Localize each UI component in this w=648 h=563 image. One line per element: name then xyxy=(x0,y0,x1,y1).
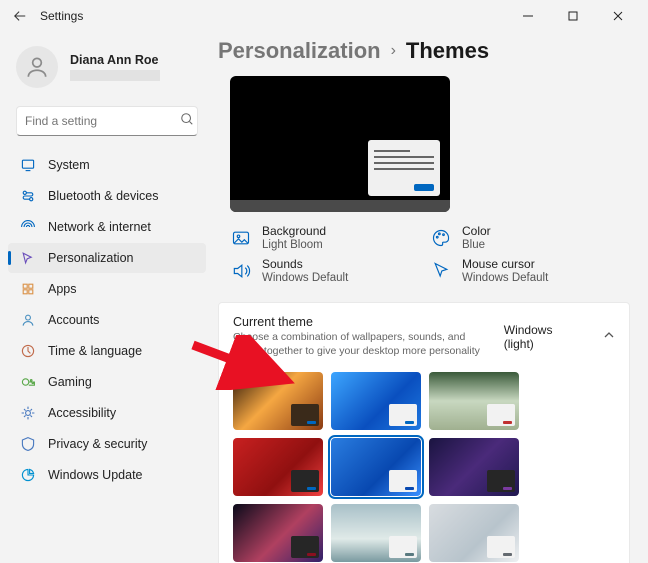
nav-icon xyxy=(20,250,36,266)
theme-thumbnail[interactable] xyxy=(429,438,519,496)
nav-label: Personalization xyxy=(48,251,133,265)
nav-label: Privacy & security xyxy=(48,437,147,451)
card-value: Windows (light) xyxy=(504,323,579,351)
nav-icon xyxy=(20,219,36,235)
nav-icon xyxy=(20,467,36,483)
nav-label: Gaming xyxy=(48,375,92,389)
sidebar-item-network-internet[interactable]: Network & internet xyxy=(8,212,206,242)
theme-thumbnail[interactable] xyxy=(331,372,421,430)
profile-name: Diana Ann Roe xyxy=(70,53,160,67)
card-desc: Choose a combination of wallpapers, soun… xyxy=(233,331,490,358)
sidebar-item-accounts[interactable]: Accounts xyxy=(8,305,206,335)
theme-grid xyxy=(233,372,615,562)
image-icon xyxy=(230,227,252,249)
profile-sub xyxy=(70,70,160,81)
sidebar-item-gaming[interactable]: Gaming xyxy=(8,367,206,397)
nav-label: Windows Update xyxy=(48,468,143,482)
profile[interactable]: Diana Ann Roe xyxy=(8,40,206,102)
search-field[interactable] xyxy=(25,114,180,128)
chevron-up-icon xyxy=(603,328,615,346)
opt-cursor[interactable]: Mouse cursorWindows Default xyxy=(430,257,600,284)
sidebar-item-apps[interactable]: Apps xyxy=(8,274,206,304)
theme-thumbnail[interactable] xyxy=(429,504,519,562)
search-input[interactable] xyxy=(16,106,198,136)
theme-thumbnail[interactable] xyxy=(233,372,323,430)
nav-label: Accessibility xyxy=(48,406,116,420)
theme-thumbnail[interactable] xyxy=(331,438,421,496)
opt-background[interactable]: BackgroundLight Bloom xyxy=(230,224,400,251)
sidebar-item-bluetooth-devices[interactable]: Bluetooth & devices xyxy=(8,181,206,211)
nav-label: Bluetooth & devices xyxy=(48,189,159,203)
nav-label: Time & language xyxy=(48,344,142,358)
nav-label: Network & internet xyxy=(48,220,151,234)
sidebar-item-windows-update[interactable]: Windows Update xyxy=(8,460,206,490)
opt-color[interactable]: ColorBlue xyxy=(430,224,600,251)
sidebar: Diana Ann Roe System Bluetooth & devices N… xyxy=(0,32,210,563)
content: Personalization › Themes BackgroundLight… xyxy=(210,32,648,563)
nav-icon xyxy=(20,188,36,204)
titlebar: Settings xyxy=(0,0,648,32)
theme-preview xyxy=(230,76,450,212)
chevron-right-icon: › xyxy=(391,42,396,60)
search-icon xyxy=(180,112,194,131)
back-button[interactable] xyxy=(8,9,32,23)
nav-label: System xyxy=(48,158,90,172)
nav-label: Apps xyxy=(48,282,77,296)
nav-label: Accounts xyxy=(48,313,99,327)
maximize-button[interactable] xyxy=(550,0,595,32)
minimize-button[interactable] xyxy=(505,0,550,32)
nav-list: System Bluetooth & devices Network & inter… xyxy=(8,150,206,490)
current-theme-card: Current theme Choose a combination of wa… xyxy=(218,302,630,563)
card-title: Current theme xyxy=(233,315,490,329)
cursor-icon xyxy=(430,260,452,282)
nav-icon xyxy=(20,374,36,390)
theme-thumbnail[interactable] xyxy=(233,504,323,562)
sound-icon xyxy=(230,260,252,282)
close-button[interactable] xyxy=(595,0,640,32)
nav-icon xyxy=(20,281,36,297)
nav-icon xyxy=(20,436,36,452)
theme-thumbnail[interactable] xyxy=(233,438,323,496)
sidebar-item-personalization[interactable]: Personalization xyxy=(8,243,206,273)
app-title: Settings xyxy=(40,9,83,23)
theme-thumbnail[interactable] xyxy=(429,372,519,430)
sidebar-item-accessibility[interactable]: Accessibility xyxy=(8,398,206,428)
preview-window xyxy=(368,140,440,196)
sidebar-item-system[interactable]: System xyxy=(8,150,206,180)
nav-icon xyxy=(20,312,36,328)
avatar-icon xyxy=(16,46,58,88)
card-header[interactable]: Current theme Choose a combination of wa… xyxy=(233,315,615,358)
theme-thumbnail[interactable] xyxy=(331,504,421,562)
nav-icon xyxy=(20,405,36,421)
sidebar-item-time-language[interactable]: Time & language xyxy=(8,336,206,366)
breadcrumb: Personalization › Themes xyxy=(218,38,630,64)
sidebar-item-privacy-security[interactable]: Privacy & security xyxy=(8,429,206,459)
breadcrumb-parent[interactable]: Personalization xyxy=(218,38,381,64)
nav-icon xyxy=(20,157,36,173)
nav-icon xyxy=(20,343,36,359)
breadcrumb-current: Themes xyxy=(406,38,489,64)
palette-icon xyxy=(430,227,452,249)
opt-sounds[interactable]: SoundsWindows Default xyxy=(230,257,400,284)
